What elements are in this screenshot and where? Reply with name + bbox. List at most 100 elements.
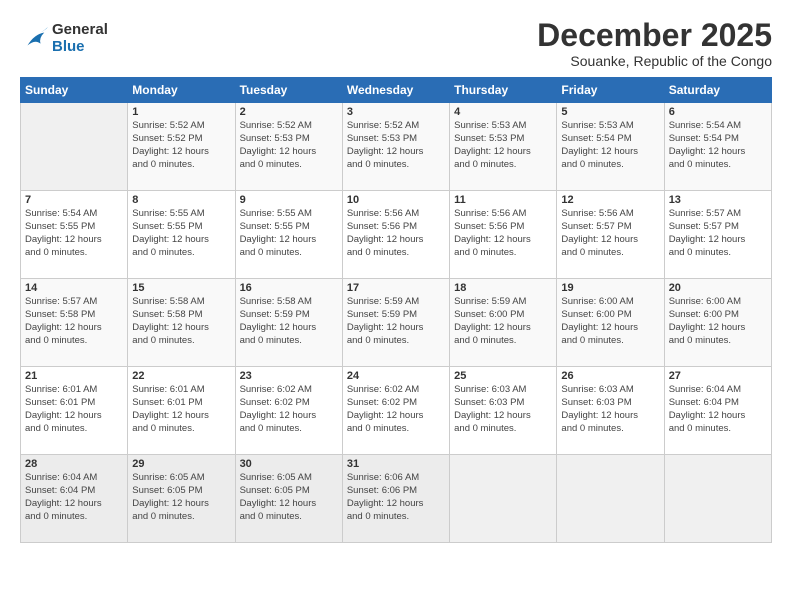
day-info: Sunrise: 6:04 AM Sunset: 6:04 PM Dayligh… — [669, 384, 767, 435]
logo-blue: Blue — [52, 39, 108, 56]
calendar-cell: 29Sunrise: 6:05 AM Sunset: 6:05 PM Dayli… — [128, 455, 235, 543]
day-info: Sunrise: 5:54 AM Sunset: 5:54 PM Dayligh… — [669, 120, 767, 171]
title-area: December 2025 Souanke, Republic of the C… — [537, 18, 772, 69]
day-info: Sunrise: 5:55 AM Sunset: 5:55 PM Dayligh… — [132, 208, 230, 259]
day-number: 7 — [25, 194, 123, 206]
day-info: Sunrise: 5:52 AM Sunset: 5:53 PM Dayligh… — [347, 120, 445, 171]
day-info: Sunrise: 6:00 AM Sunset: 6:00 PM Dayligh… — [669, 296, 767, 347]
calendar-cell: 21 Sunrise: 6:01 AM Sunset: 6:01 PM Dayli… — [21, 367, 128, 455]
calendar-cell: 22 Sunrise: 6:01 AM Sunset: 6:01 PM Dayli… — [128, 367, 235, 455]
main-title: December 2025 — [537, 18, 772, 53]
day-number: 3 — [347, 106, 445, 118]
day-info: Sunrise: 6:02 AM Sunset: 6:02 PM Dayligh… — [240, 384, 338, 435]
day-info: Sunrise: 5:53 AM Sunset: 5:53 PM Dayligh… — [454, 120, 552, 171]
day-info: Sunrise: 6:04 AM Sunset: 6:04 PM Dayligh… — [25, 472, 123, 523]
day-number: 12 — [561, 194, 659, 206]
day-number: 8 — [132, 194, 230, 206]
header: General Blue December 2025 Souanke, Repu… — [20, 18, 772, 69]
weekday-header-row: SundayMondayTuesdayWednesdayThursdayFrid… — [21, 78, 772, 103]
day-info: Sunrise: 6:03 AM Sunset: 6:03 PM Dayligh… — [454, 384, 552, 435]
calendar-cell: 5 Sunrise: 5:53 AM Sunset: 5:54 PM Daylig… — [557, 103, 664, 191]
weekday-header: Tuesday — [235, 78, 342, 103]
subtitle: Souanke, Republic of the Congo — [537, 53, 772, 69]
day-info: Sunrise: 6:05 AM Sunset: 6:05 PM Dayligh… — [240, 472, 338, 523]
calendar-cell: 8 Sunrise: 5:55 AM Sunset: 5:55 PM Daylig… — [128, 191, 235, 279]
day-number: 28 — [25, 458, 123, 470]
day-info: Sunrise: 5:56 AM Sunset: 5:56 PM Dayligh… — [347, 208, 445, 259]
calendar-cell — [664, 455, 771, 543]
day-info: Sunrise: 5:56 AM Sunset: 5:56 PM Dayligh… — [454, 208, 552, 259]
calendar-cell: 28 Sunrise: 6:04 AM Sunset: 6:04 PM Dayli… — [21, 455, 128, 543]
day-number: 14 — [25, 282, 123, 294]
day-number: 20 — [669, 282, 767, 294]
day-number: 27 — [669, 370, 767, 382]
day-info: Sunrise: 5:53 AM Sunset: 5:54 PM Dayligh… — [561, 120, 659, 171]
day-info: Sunrise: 5:56 AM Sunset: 5:57 PM Dayligh… — [561, 208, 659, 259]
calendar-cell: 4Sunrise: 5:53 AM Sunset: 5:53 PM Daylig… — [450, 103, 557, 191]
calendar-week-row: 7 Sunrise: 5:54 AM Sunset: 5:55 PM Daylig… — [21, 191, 772, 279]
day-number: 31 — [347, 458, 445, 470]
day-info: Sunrise: 6:01 AM Sunset: 6:01 PM Dayligh… — [25, 384, 123, 435]
day-info: Sunrise: 5:52 AM Sunset: 5:53 PM Dayligh… — [240, 120, 338, 171]
day-info: Sunrise: 6:01 AM Sunset: 6:01 PM Dayligh… — [132, 384, 230, 435]
day-number: 16 — [240, 282, 338, 294]
calendar-cell — [21, 103, 128, 191]
calendar-header: SundayMondayTuesdayWednesdayThursdayFrid… — [21, 78, 772, 103]
day-number: 17 — [347, 282, 445, 294]
calendar-cell: 13Sunrise: 5:57 AM Sunset: 5:57 PM Dayli… — [664, 191, 771, 279]
calendar-cell: 31Sunrise: 6:06 AM Sunset: 6:06 PM Dayli… — [342, 455, 449, 543]
calendar-cell: 9Sunrise: 5:55 AM Sunset: 5:55 PM Daylig… — [235, 191, 342, 279]
day-info: Sunrise: 5:57 AM Sunset: 5:57 PM Dayligh… — [669, 208, 767, 259]
day-info: Sunrise: 5:59 AM Sunset: 6:00 PM Dayligh… — [454, 296, 552, 347]
day-number: 26 — [561, 370, 659, 382]
day-number: 11 — [454, 194, 552, 206]
day-number: 18 — [454, 282, 552, 294]
weekday-header: Monday — [128, 78, 235, 103]
calendar-cell: 2 Sunrise: 5:52 AM Sunset: 5:53 PM Daylig… — [235, 103, 342, 191]
day-number: 6 — [669, 106, 767, 118]
logo: General Blue — [20, 22, 108, 55]
day-number: 15 — [132, 282, 230, 294]
logo-text: General Blue — [52, 22, 108, 55]
day-number: 25 — [454, 370, 552, 382]
day-number: 21 — [25, 370, 123, 382]
day-number: 19 — [561, 282, 659, 294]
day-number: 22 — [132, 370, 230, 382]
day-info: Sunrise: 6:00 AM Sunset: 6:00 PM Dayligh… — [561, 296, 659, 347]
calendar-body: 1Sunrise: 5:52 AM Sunset: 5:52 PM Daylig… — [21, 103, 772, 543]
day-info: Sunrise: 5:57 AM Sunset: 5:58 PM Dayligh… — [25, 296, 123, 347]
day-info: Sunrise: 5:58 AM Sunset: 5:58 PM Dayligh… — [132, 296, 230, 347]
calendar-cell: 17 Sunrise: 5:59 AM Sunset: 5:59 PM Dayli… — [342, 279, 449, 367]
logo-general: General — [52, 22, 108, 39]
day-info: Sunrise: 5:59 AM Sunset: 5:59 PM Dayligh… — [347, 296, 445, 347]
calendar-cell: 10Sunrise: 5:56 AM Sunset: 5:56 PM Dayli… — [342, 191, 449, 279]
calendar-cell: 24 Sunrise: 6:02 AM Sunset: 6:02 PM Dayli… — [342, 367, 449, 455]
day-info: Sunrise: 6:03 AM Sunset: 6:03 PM Dayligh… — [561, 384, 659, 435]
calendar-cell: 18 Sunrise: 5:59 AM Sunset: 6:00 PM Dayli… — [450, 279, 557, 367]
day-number: 29 — [132, 458, 230, 470]
day-number: 2 — [240, 106, 338, 118]
calendar-cell: 3 Sunrise: 5:52 AM Sunset: 5:53 PM Daylig… — [342, 103, 449, 191]
calendar-cell: 16Sunrise: 5:58 AM Sunset: 5:59 PM Dayli… — [235, 279, 342, 367]
weekday-header: Saturday — [664, 78, 771, 103]
day-info: Sunrise: 6:02 AM Sunset: 6:02 PM Dayligh… — [347, 384, 445, 435]
weekday-header: Wednesday — [342, 78, 449, 103]
calendar-cell: 19 Sunrise: 6:00 AM Sunset: 6:00 PM Dayli… — [557, 279, 664, 367]
day-info: Sunrise: 5:52 AM Sunset: 5:52 PM Dayligh… — [132, 120, 230, 171]
calendar-cell: 27 Sunrise: 6:04 AM Sunset: 6:04 PM Dayli… — [664, 367, 771, 455]
day-number: 30 — [240, 458, 338, 470]
calendar-cell — [450, 455, 557, 543]
weekday-header: Thursday — [450, 78, 557, 103]
calendar-cell: 12 Sunrise: 5:56 AM Sunset: 5:57 PM Dayli… — [557, 191, 664, 279]
calendar-cell — [557, 455, 664, 543]
day-number: 24 — [347, 370, 445, 382]
day-number: 5 — [561, 106, 659, 118]
calendar-cell: 7 Sunrise: 5:54 AM Sunset: 5:55 PM Daylig… — [21, 191, 128, 279]
calendar-cell: 1Sunrise: 5:52 AM Sunset: 5:52 PM Daylig… — [128, 103, 235, 191]
calendar-cell: 30 Sunrise: 6:05 AM Sunset: 6:05 PM Dayli… — [235, 455, 342, 543]
day-info: Sunrise: 5:55 AM Sunset: 5:55 PM Dayligh… — [240, 208, 338, 259]
day-info: Sunrise: 5:54 AM Sunset: 5:55 PM Dayligh… — [25, 208, 123, 259]
calendar-week-row: 21 Sunrise: 6:01 AM Sunset: 6:01 PM Dayli… — [21, 367, 772, 455]
page: General Blue December 2025 Souanke, Repu… — [0, 0, 792, 612]
calendar-week-row: 1Sunrise: 5:52 AM Sunset: 5:52 PM Daylig… — [21, 103, 772, 191]
